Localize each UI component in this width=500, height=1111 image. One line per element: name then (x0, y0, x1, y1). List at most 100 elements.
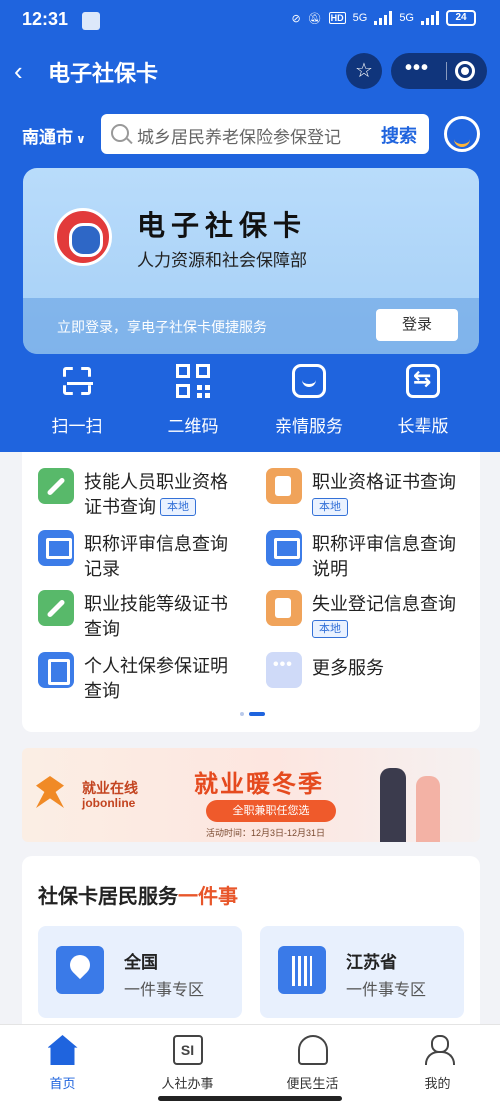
service-label-2: 查询 (84, 681, 120, 701)
page-title: 电子社保卡 (48, 61, 159, 86)
quick-action-label: 长辈版 (397, 417, 449, 436)
status-time: 12:31 (22, 9, 69, 29)
home-indicator[interactable] (158, 1096, 342, 1101)
service-item[interactable]: 技能人员职业资格 证书查询 本地 (22, 460, 242, 520)
miniapp-capsule: ••• (391, 53, 487, 89)
national-service-card[interactable]: 全国 一件事专区 (38, 926, 242, 1018)
card-subtitle: 一件事专区 (124, 982, 205, 999)
page-dot (240, 712, 244, 716)
service-item[interactable]: 个人社保参保证明 查询 (22, 644, 242, 704)
close-miniapp-icon[interactable] (455, 61, 475, 81)
card-title: 电子社保卡 (137, 209, 308, 242)
family-service-icon (292, 364, 326, 398)
banner-pill: 全职兼职任您选 (206, 800, 336, 822)
card-subtitle: 人力资源和社会保障部 (137, 251, 307, 270)
more-options-icon[interactable]: ••• (405, 57, 429, 80)
tab-services[interactable]: SI 人社办事 (125, 1035, 250, 1092)
star-icon[interactable]: ☆ (346, 53, 382, 89)
local-badge: 本地 (312, 498, 348, 516)
promo-banner[interactable]: 就业在线 jobonline 就业暖冬季 全职兼职任您选 活动时间：12月3日-… (22, 748, 480, 842)
city-selector[interactable]: 南通市 ∨ (22, 123, 86, 148)
figure-man (380, 768, 406, 842)
briefcase-icon (266, 590, 302, 626)
search-icon (111, 124, 129, 142)
wrench-icon (38, 590, 74, 626)
local-badge: 本地 (160, 498, 196, 516)
service-label-2: 证书查询 (84, 497, 156, 517)
tab-label: 人社办事 (161, 1076, 214, 1091)
card-title: 全国 (124, 953, 158, 972)
service-label: 更多服务 (312, 658, 384, 678)
service-label-2: 记录 (84, 559, 120, 579)
tab-label: 我的 (424, 1076, 451, 1091)
search-bar[interactable]: 城乡居民养老保险参保登记 搜索 (101, 114, 429, 154)
mute-icon: 🔕︎ (307, 12, 322, 25)
tab-home[interactable]: 首页 (0, 1035, 125, 1092)
local-badge: 本地 (312, 620, 348, 638)
social-security-emblem-icon (54, 208, 112, 266)
service-label: 职业资格证书查询 (312, 472, 456, 492)
quick-action-elder[interactable]: 长辈版 (368, 364, 478, 437)
quick-action-label: 二维码 (167, 417, 219, 436)
banner-date: 活动时间：12月3日-12月31日 (206, 828, 326, 838)
service-item[interactable]: 职业资格证书查询 本地 (250, 460, 470, 520)
service-item[interactable]: 职业技能等级证书 查询 (22, 582, 242, 642)
service-item[interactable]: 职称评审信息查询 记录 (22, 522, 242, 582)
qrcode-icon (176, 364, 210, 398)
quick-action-label: 扫一扫 (51, 417, 103, 436)
signal-icon (374, 11, 393, 25)
login-button[interactable]: 登录 (376, 309, 458, 341)
customer-service-icon[interactable] (444, 116, 480, 152)
service-label: 职业技能等级证书 (84, 594, 228, 614)
banner-headline: 就业暖冬季 (194, 771, 324, 798)
more-services[interactable]: 更多服务 (250, 644, 470, 704)
quick-action-family[interactable]: 亲情服务 (254, 364, 364, 437)
scan-icon (60, 364, 94, 398)
network-type-2: 5G (399, 12, 414, 24)
chevron-left-icon[interactable]: ‹ (14, 56, 23, 87)
monitor-icon (38, 530, 74, 566)
chevron-down-icon: ∨ (76, 132, 86, 146)
person-icon (423, 1035, 455, 1065)
tab-mine[interactable]: 我的 (375, 1035, 500, 1092)
banner-brand-en: jobonline (82, 796, 136, 810)
search-input[interactable]: 城乡居民养老保险参保登记 (137, 123, 363, 148)
document-search-icon (38, 652, 74, 688)
quick-action-scan[interactable]: 扫一扫 (22, 364, 132, 437)
service-item[interactable]: 职称评审信息查询 说明 (250, 522, 470, 582)
service-label-2: 说明 (312, 559, 348, 579)
capsule-divider (446, 62, 447, 80)
tab-life[interactable]: 便民生活 (250, 1035, 375, 1092)
jiangsu-service-card[interactable]: 江苏省 一件事专区 (260, 926, 464, 1018)
quick-action-label: 亲情服务 (275, 417, 343, 436)
card-login-strip: 立即登录，享电子社保卡便捷服务 登录 (23, 298, 479, 354)
elder-mode-icon (406, 364, 440, 398)
more-icon (266, 652, 302, 688)
section-title: 社保卡居民服务一件事 (38, 880, 238, 909)
service-label-2: 查询 (84, 619, 120, 639)
banner-brand: 就业在线 (82, 780, 138, 796)
certificate-icon (266, 468, 302, 504)
service-item[interactable]: 失业登记信息查询 本地 (250, 582, 470, 642)
section-title-main: 社保卡居民服务 (38, 886, 178, 908)
jobonline-logo-icon (36, 776, 64, 808)
battery-icon: 24 (446, 10, 476, 26)
wrench-icon (38, 468, 74, 504)
one-service-section: 社保卡居民服务一件事 全国 一件事专区 江苏省 一件事专区 (22, 856, 480, 1026)
tab-label: 首页 (49, 1076, 76, 1091)
signal-icon-2 (421, 11, 439, 25)
service-grid: 技能人员职业资格 证书查询 本地 职业资格证书查询 本地 职称评审信息查询 记录 职称评… (22, 452, 480, 732)
quick-action-qrcode[interactable]: 二维码 (138, 364, 248, 437)
card-subtitle: 一件事专区 (346, 982, 427, 999)
quick-actions: 扫一扫 二维码 亲情服务 长辈版 (0, 364, 500, 444)
search-button[interactable]: 搜索 (381, 122, 417, 148)
si-icon: SI (172, 1035, 203, 1065)
social-security-card: 电子社保卡 人力资源和社会保障部 立即登录，享电子社保卡便捷服务 登录 (23, 168, 479, 354)
handshake-icon (297, 1035, 328, 1065)
nav-bar: ‹ 电子社保卡 ☆ ••• (0, 48, 500, 92)
service-label: 失业登记信息查询 (312, 594, 456, 614)
status-bar: 12:31 ⊘ 🔕︎ HD 5G 5G 24 (0, 0, 500, 40)
service-label: 技能人员职业资格 (84, 472, 228, 492)
link-icon: ⊘ (291, 12, 301, 25)
banner-illustration (374, 758, 454, 842)
